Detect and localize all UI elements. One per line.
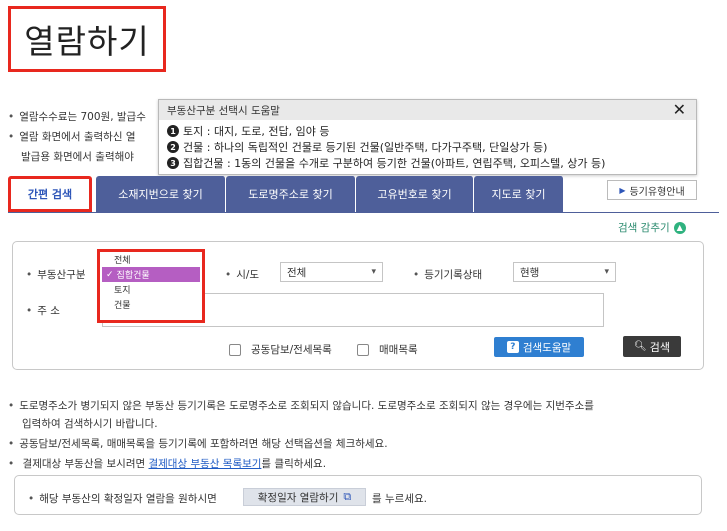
- checkbox-box: [357, 343, 369, 356]
- info-line-fee: 열람수수료는 700원, 발급수: [8, 109, 146, 124]
- tooltip-row-text: 집합건물 : 1동의 건물을 수개로 구분하여 등기한 건물(아파트, 연립주택…: [183, 157, 606, 170]
- region-label: 시/도: [225, 267, 259, 282]
- address-label: 주 소: [26, 303, 60, 318]
- property-type-label-text: 부동산구분: [37, 269, 86, 281]
- tooltip-row-land: 1 토지 : 대지, 도로, 전답, 임야 등: [167, 123, 696, 139]
- tooltip-row-building: 2 건물 : 하나의 독립적인 건물로 등기된 건물(일반주택, 다가구주택, …: [167, 139, 696, 155]
- record-status-label-text: 등기기록상태: [424, 269, 483, 281]
- arrow-right-icon: ▶: [619, 185, 626, 195]
- info-line-print: 열람 화면에서 출력하신 열: [8, 129, 135, 144]
- confirm-date-button-label: 확정일자 열람하기: [257, 491, 339, 504]
- info-line-issue: 발급용 화면에서 출력해야: [21, 151, 134, 163]
- dropdown-option-building[interactable]: 건물: [100, 297, 202, 312]
- tab-lot-number[interactable]: 소재지번으로 찾기: [96, 176, 226, 212]
- search-button-label: 검색: [649, 340, 670, 354]
- hide-search-label: 검색 감추기: [618, 222, 670, 234]
- confirm-date-button[interactable]: 확정일자 열람하기 ⧉: [243, 488, 366, 506]
- info-line-print-text: 열람 화면에서 출력하신 열: [19, 131, 136, 143]
- tab-map[interactable]: 지도로 찾기: [474, 176, 564, 212]
- sales-list-label: 매매목록: [379, 344, 418, 356]
- tooltip-row-text: 토지 : 대지, 도로, 전답, 임야 등: [183, 125, 330, 138]
- page-title: 열람하기: [8, 6, 166, 72]
- tooltip-row-text: 건물 : 하나의 독립적인 건물로 등기된 건물(일반주택, 다가구주택, 단일…: [183, 141, 548, 154]
- note-payment: 결제대상 부동산을 보시려면 결제대상 부동산 목록보기를 클릭하세요.: [8, 456, 327, 471]
- note-road-address: 도로명주소가 병기되지 않은 부동산 등기기록은 도로명주소로 조회되지 않습니…: [8, 398, 594, 413]
- region-select[interactable]: 전체 ▾: [280, 262, 383, 282]
- number-3-icon: 3: [167, 157, 179, 169]
- guide-button-label: 등기유형안내: [629, 186, 685, 198]
- registry-type-guide-button[interactable]: ▶ 등기유형안내: [607, 180, 697, 200]
- sales-list-checkbox[interactable]: 매매목록: [357, 342, 418, 357]
- record-status-select[interactable]: 현행 ▾: [513, 262, 616, 282]
- tooltip-title: 부동산구분 선택시 도움말: [167, 104, 280, 117]
- external-link-icon: ⧉: [343, 490, 352, 503]
- property-type-dropdown[interactable]: 전체 ✓ 집합건물 토지 건물: [97, 249, 205, 323]
- checkbox-box: [229, 343, 241, 356]
- note-payment-post: 를 클릭하세요.: [261, 458, 327, 470]
- address-label-text: 주 소: [37, 305, 60, 317]
- tab-divider: [8, 212, 719, 213]
- note-options-text: 공동담보/전세목록, 매매목록을 등기기록에 포함하려면 해당 선택옵션을 체크…: [19, 438, 388, 450]
- payment-list-link[interactable]: 결제대상 부동산 목록보기: [148, 458, 261, 470]
- region-label-text: 시/도: [236, 269, 260, 281]
- hide-search-toggle[interactable]: 검색 감추기 ▲: [618, 220, 686, 235]
- dropdown-option-collective-building[interactable]: ✓ 집합건물: [102, 267, 200, 282]
- check-icon: ✓: [106, 269, 114, 280]
- note-road-address-cont: 입력하여 검색하시기 바랍니다.: [22, 418, 158, 430]
- property-type-label: 부동산구분: [26, 267, 86, 282]
- confirm-date-post: 를 누르세요.: [372, 493, 427, 505]
- close-icon[interactable]: ✕: [673, 102, 686, 118]
- search-button[interactable]: 🔍︎ 검색: [623, 336, 681, 357]
- tab-simple-search[interactable]: 간편 검색: [8, 176, 92, 212]
- tooltip-row-collective: 3 집합건물 : 1동의 건물을 수개로 구분하여 등기한 건물(아파트, 연립…: [167, 155, 696, 171]
- chevron-down-icon: ▾: [604, 267, 609, 277]
- dropdown-option-label: 집합건물: [116, 271, 150, 281]
- note-payment-pre: 결제대상 부동산을 보시려면: [22, 458, 149, 470]
- chevron-up-icon: ▲: [673, 221, 686, 234]
- tooltip-header: 부동산구분 선택시 도움말 ✕: [159, 100, 696, 120]
- tab-road-address[interactable]: 도로명주소로 찾기: [226, 176, 356, 212]
- confirm-date-text: 해당 부동산의 확정일자 열람을 원하시면: [28, 491, 217, 506]
- search-tabs: 간편 검색 소재지번으로 찾기 도로명주소로 찾기 고유번호로 찾기 지도로 찾…: [8, 176, 598, 212]
- chevron-down-icon: ▾: [371, 267, 376, 277]
- confirm-date-pre: 해당 부동산의 확정일자 열람을 원하시면: [39, 493, 217, 505]
- tab-unique-number[interactable]: 고유번호로 찾기: [356, 176, 474, 212]
- info-line-fee-text: 열람수수료는 700원, 발급수: [19, 111, 146, 123]
- number-2-icon: 2: [167, 141, 179, 153]
- record-status-select-value: 현행: [520, 266, 540, 279]
- dropdown-option-land[interactable]: 토지: [100, 282, 202, 297]
- note-options: 공동담보/전세목록, 매매목록을 등기기록에 포함하려면 해당 선택옵션을 체크…: [8, 436, 388, 451]
- search-help-label: 검색도움말: [522, 341, 572, 354]
- joint-collateral-checkbox[interactable]: 공동담보/전세목록: [229, 342, 332, 357]
- question-icon: ?: [506, 341, 519, 353]
- search-help-button[interactable]: ? 검색도움말: [494, 337, 584, 357]
- search-icon: 🔍︎: [634, 341, 647, 352]
- page-title-text: 열람하기: [24, 22, 150, 61]
- note-road-address-text: 도로명주소가 병기되지 않은 부동산 등기기록은 도로명주소로 조회되지 않습니…: [19, 400, 594, 412]
- dropdown-option-all[interactable]: 전체: [100, 252, 202, 267]
- joint-collateral-label: 공동담보/전세목록: [251, 344, 332, 356]
- number-1-icon: 1: [167, 125, 179, 137]
- property-type-help-tooltip: 부동산구분 선택시 도움말 ✕ 1 토지 : 대지, 도로, 전답, 임야 등 …: [158, 99, 697, 175]
- region-select-value: 전체: [287, 266, 307, 279]
- record-status-label: 등기기록상태: [413, 267, 482, 282]
